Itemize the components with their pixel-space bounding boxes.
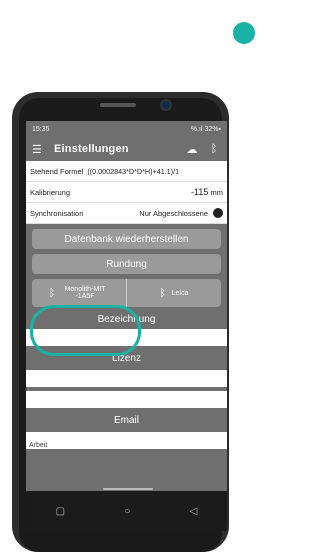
bt-device-leica-label: Leica bbox=[171, 289, 189, 297]
stehend-formel-label: Stehend Formel bbox=[30, 166, 84, 176]
synchronisation-label: Synchronisation bbox=[30, 208, 84, 218]
email-heading: Email bbox=[113, 414, 139, 426]
highlight-ring bbox=[30, 305, 141, 356]
bluetooth-icon: ᛒ bbox=[49, 287, 55, 299]
synchronisation-value[interactable]: Nur Abgeschlossene bbox=[83, 209, 208, 218]
speaker-grille bbox=[100, 103, 136, 107]
back-icon[interactable]: ◁ bbox=[190, 506, 198, 517]
bt-device-leica[interactable]: ᛒ Leica bbox=[127, 279, 221, 307]
status-indicators: %.ıl 32%▪ bbox=[190, 125, 221, 133]
lizenz-input-1[interactable] bbox=[26, 370, 227, 387]
status-time: 15:35 bbox=[32, 125, 50, 133]
navigation-bar: ▢ ○ ◁ bbox=[26, 491, 227, 531]
kalibrierung-label: Kalibrierung bbox=[30, 187, 71, 197]
bt-device-monolith-label: Monolith-MIT -1A5F bbox=[64, 286, 106, 300]
rounding-button[interactable]: Rundung bbox=[32, 254, 221, 274]
kalibrierung-unit: mm bbox=[210, 188, 224, 197]
cloud-upload-icon[interactable]: ☁ bbox=[185, 143, 199, 156]
bt-device-monolith[interactable]: ᛒ Monolith-MIT -1A5F bbox=[32, 279, 126, 307]
synchronisation-row[interactable]: Synchronisation Nur Abgeschlossene bbox=[26, 203, 227, 224]
kalibrierung-value[interactable]: -115 mm bbox=[70, 187, 223, 197]
front-camera bbox=[162, 101, 170, 109]
kalibrierung-number: -115 bbox=[191, 187, 209, 197]
arbeit-value: Arbeit bbox=[29, 442, 48, 449]
menu-icon[interactable]: ☰ bbox=[32, 143, 44, 156]
arbeit-input[interactable]: Arbeit bbox=[26, 432, 227, 449]
stehend-formel-value[interactable]: ((0.0002843*D*D*H)+41.1)/1 bbox=[87, 167, 179, 176]
home-indicator bbox=[103, 488, 153, 490]
status-bar: 15:35 %.ıl 32%▪ bbox=[26, 121, 227, 137]
synchronisation-toggle[interactable] bbox=[213, 208, 223, 218]
bluetooth-icon: ᛒ bbox=[159, 287, 166, 299]
lizenz-input-2[interactable] bbox=[26, 391, 227, 408]
home-icon[interactable]: ○ bbox=[124, 506, 130, 517]
page-title: Einstellungen bbox=[54, 143, 129, 155]
stehend-formel-row[interactable]: Stehend Formel ((0.0002843*D*D*H)+41.1)/… bbox=[26, 161, 227, 182]
bluetooth-devices: ᛒ Monolith-MIT -1A5F ᛒ Leica bbox=[32, 279, 221, 307]
teal-accent-dot bbox=[233, 22, 255, 44]
restore-database-button[interactable]: Datenbank wiederherstellen bbox=[32, 229, 221, 249]
app-bar: ☰ Einstellungen ☁ ᛒ bbox=[26, 137, 227, 161]
recent-apps-icon[interactable]: ▢ bbox=[56, 506, 65, 517]
bluetooth-settings-icon[interactable]: ᛒ bbox=[207, 143, 221, 155]
kalibrierung-row[interactable]: Kalibrierung -115 mm bbox=[26, 182, 227, 203]
